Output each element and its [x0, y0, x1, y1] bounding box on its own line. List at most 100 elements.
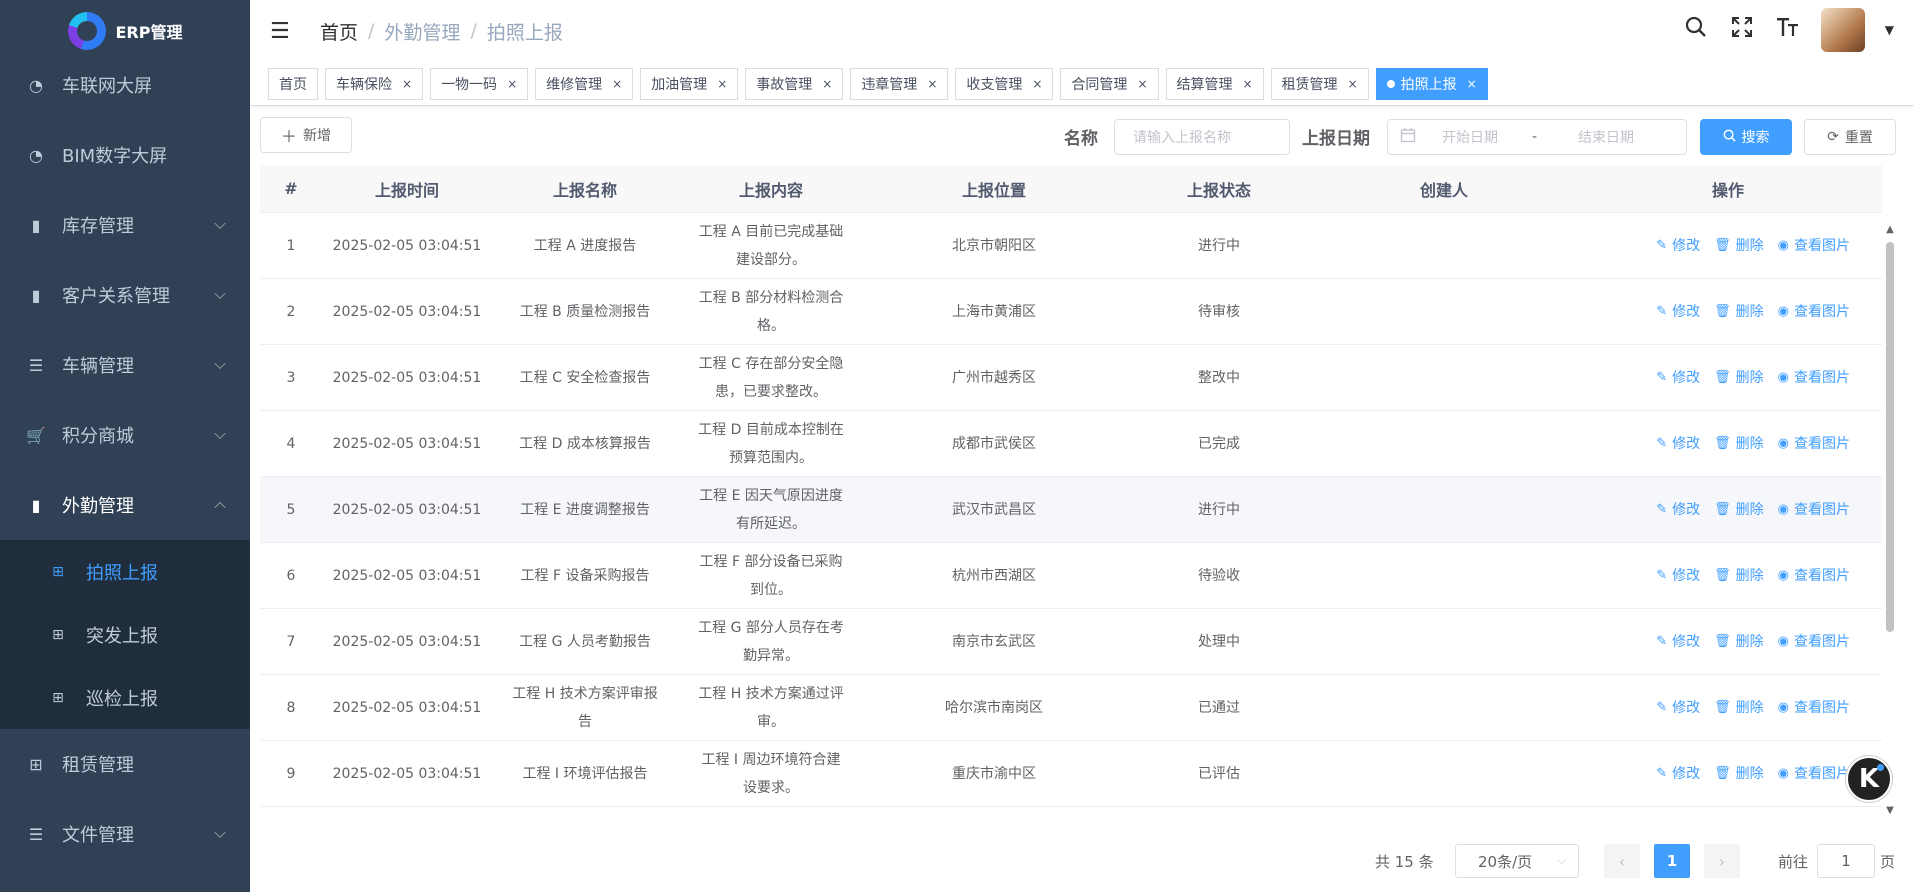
- search-icon[interactable]: [1683, 16, 1709, 44]
- submenu-item[interactable]: ⊞ 巡检上报: [0, 666, 250, 729]
- caret-down-icon[interactable]: ▼: [1885, 23, 1894, 37]
- delete-button[interactable]: 🗑 删除: [1714, 364, 1764, 392]
- table-row[interactable]: 9 2025-02-05 03:04:51 工程 I 环境评估报告 工程 I 周边环境…: [260, 741, 1882, 807]
- scroll-down-icon[interactable]: ▼: [1884, 805, 1896, 816]
- view-image-button[interactable]: ◉ 查看图片: [1778, 496, 1850, 524]
- end-date-input[interactable]: 结束日期: [1578, 127, 1634, 147]
- tag-item[interactable]: 拍照上报 ×: [1375, 67, 1488, 100]
- delete-button[interactable]: 🗑 删除: [1714, 562, 1764, 590]
- name-input[interactable]: 请输入上报名称: [1114, 119, 1290, 155]
- delete-button[interactable]: 🗑 删除: [1714, 694, 1764, 722]
- edit-button[interactable]: ✎ 修改: [1656, 694, 1700, 722]
- eye-icon: ◉: [1777, 699, 1789, 715]
- table-row[interactable]: 4 2025-02-05 03:04:51 工程 D 成本核算报告 工程 D 目前成本…: [260, 411, 1882, 477]
- close-icon[interactable]: ×: [402, 77, 412, 91]
- close-icon[interactable]: ×: [1243, 77, 1253, 91]
- tag-item[interactable]: 事故管理 ×: [745, 67, 844, 100]
- delete-button[interactable]: 🗑 删除: [1714, 232, 1764, 260]
- breadcrumb-home[interactable]: 首页: [320, 18, 358, 45]
- floating-k-button[interactable]: K: [1846, 756, 1892, 802]
- delete-button[interactable]: 🗑 删除: [1714, 430, 1764, 458]
- sidebar-item[interactable]: ☰ 车辆管理: [0, 330, 250, 400]
- sidebar-item[interactable]: ▮ 库存管理: [0, 190, 250, 260]
- sidebar-item[interactable]: ◔ BIM数字大屏: [0, 120, 250, 190]
- reset-button[interactable]: ⟳ 重置: [1804, 119, 1896, 155]
- table-row[interactable]: 2 2025-02-05 03:04:51 工程 B 质量检测报告 工程 B 部分材料…: [260, 279, 1882, 345]
- page-size-select[interactable]: 20条/页 ⌵: [1455, 844, 1579, 878]
- close-icon[interactable]: ×: [1032, 77, 1042, 91]
- view-image-button[interactable]: ◉ 查看图片: [1778, 562, 1850, 590]
- page-number-button[interactable]: 1: [1654, 844, 1690, 878]
- sidebar-item[interactable]: ▮ 客户关系管理: [0, 260, 250, 330]
- view-image-button[interactable]: ◉ 查看图片: [1778, 760, 1850, 788]
- close-icon[interactable]: ×: [927, 77, 937, 91]
- search-button[interactable]: 搜索: [1700, 119, 1792, 155]
- tag-item[interactable]: 合同管理 ×: [1060, 67, 1159, 100]
- scrollbar-thumb[interactable]: [1886, 242, 1894, 632]
- report-time: 2025-02-05 03:04:51: [332, 303, 482, 320]
- table-scrollbar[interactable]: ▲ ▼: [1884, 224, 1896, 816]
- add-button[interactable]: ＋ 新增: [260, 117, 352, 153]
- edit-icon: ✎: [1656, 501, 1668, 517]
- tag-item[interactable]: 租赁管理 ×: [1270, 67, 1369, 100]
- table-row[interactable]: 3 2025-02-05 03:04:51 工程 C 安全检查报告 工程 C 存在部分…: [260, 345, 1882, 411]
- edit-button[interactable]: ✎ 修改: [1656, 364, 1700, 392]
- delete-button[interactable]: 🗑 删除: [1714, 760, 1764, 788]
- goto-page-input[interactable]: 1: [1817, 844, 1875, 878]
- close-icon[interactable]: ×: [612, 77, 622, 91]
- sidebar-item[interactable]: ▮ 外勤管理: [0, 470, 250, 540]
- view-image-button[interactable]: ◉ 查看图片: [1778, 430, 1850, 458]
- sidebar: ERP管理 ◔ 车联网大屏 ◔ BIM数字大屏 ▮ 库存管理 ▮ 客户关系管理 ☰ 车辆管理 🛒 积分…: [0, 0, 250, 892]
- tag-item[interactable]: 一物一码 ×: [430, 67, 529, 100]
- view-image-button[interactable]: ◉ 查看图片: [1778, 628, 1850, 656]
- submenu-item[interactable]: ⊞ 突发上报: [0, 603, 250, 666]
- close-icon[interactable]: ×: [822, 77, 832, 91]
- hamburger-icon[interactable]: ☰: [270, 19, 292, 44]
- edit-button[interactable]: ✎ 修改: [1656, 628, 1700, 656]
- table-row[interactable]: 8 2025-02-05 03:04:51 工程 H 技术方案评审报告 工程 H 技术…: [260, 675, 1882, 741]
- edit-button[interactable]: ✎ 修改: [1656, 430, 1700, 458]
- table-row[interactable]: 7 2025-02-05 03:04:51 工程 G 人员考勤报告 工程 G 部分人员…: [260, 609, 1882, 675]
- breadcrumb-parent[interactable]: 外勤管理: [384, 18, 460, 45]
- close-icon[interactable]: ×: [1348, 77, 1358, 91]
- delete-button[interactable]: 🗑 删除: [1714, 298, 1764, 326]
- delete-button[interactable]: 🗑 删除: [1714, 628, 1764, 656]
- table-row[interactable]: 1 2025-02-05 03:04:51 工程 A 进度报告 工程 A 目前已完成基…: [260, 213, 1882, 279]
- tag-item[interactable]: 收支管理 ×: [955, 67, 1054, 100]
- close-icon[interactable]: ×: [1467, 77, 1477, 91]
- table-row[interactable]: 工程 J 竣工验收: [260, 807, 1882, 831]
- edit-button[interactable]: ✎ 修改: [1656, 232, 1700, 260]
- tag-item[interactable]: 结算管理 ×: [1165, 67, 1264, 100]
- submenu-item[interactable]: ⊞ 拍照上报: [0, 540, 250, 603]
- view-image-button[interactable]: ◉ 查看图片: [1778, 694, 1850, 722]
- sidebar-item[interactable]: 🛒 积分商城: [0, 400, 250, 470]
- view-image-button[interactable]: ◉ 查看图片: [1778, 232, 1850, 260]
- edit-button[interactable]: ✎ 修改: [1656, 562, 1700, 590]
- table-row[interactable]: 6 2025-02-05 03:04:51 工程 F 设备采购报告 工程 F 部分设备…: [260, 543, 1882, 609]
- start-date-input[interactable]: 开始日期: [1442, 127, 1522, 147]
- delete-button[interactable]: 🗑 删除: [1714, 496, 1764, 524]
- edit-button[interactable]: ✎ 修改: [1656, 496, 1700, 524]
- edit-button[interactable]: ✎ 修改: [1656, 760, 1700, 788]
- sidebar-item[interactable]: ⊞ 租赁管理: [0, 729, 250, 799]
- scroll-up-icon[interactable]: ▲: [1884, 224, 1896, 235]
- sidebar-item[interactable]: ◔ 车联网大屏: [0, 50, 250, 120]
- close-icon[interactable]: ×: [1137, 77, 1147, 91]
- tag-item[interactable]: 车辆保险 ×: [325, 67, 424, 100]
- fullscreen-icon[interactable]: [1729, 16, 1755, 44]
- close-icon[interactable]: ×: [717, 77, 727, 91]
- date-range-picker[interactable]: 开始日期 - 结束日期: [1387, 119, 1687, 155]
- tag-item[interactable]: 违章管理 ×: [850, 67, 949, 100]
- tag-item[interactable]: 维修管理 ×: [535, 67, 634, 100]
- avatar[interactable]: [1820, 8, 1865, 52]
- prev-page-button[interactable]: ‹: [1604, 844, 1640, 878]
- table-row[interactable]: 5 2025-02-05 03:04:51 工程 E 进度调整报告 工程 E 因天气原…: [260, 477, 1882, 543]
- tag-item[interactable]: 加油管理 ×: [640, 67, 739, 100]
- close-icon[interactable]: ×: [507, 77, 517, 91]
- next-page-button[interactable]: ›: [1704, 844, 1740, 878]
- view-image-button[interactable]: ◉ 查看图片: [1778, 298, 1850, 326]
- font-size-icon[interactable]: [1775, 16, 1801, 44]
- tag-item[interactable]: 首页: [268, 67, 318, 100]
- edit-button[interactable]: ✎ 修改: [1656, 298, 1700, 326]
- view-image-button[interactable]: ◉ 查看图片: [1778, 364, 1850, 392]
